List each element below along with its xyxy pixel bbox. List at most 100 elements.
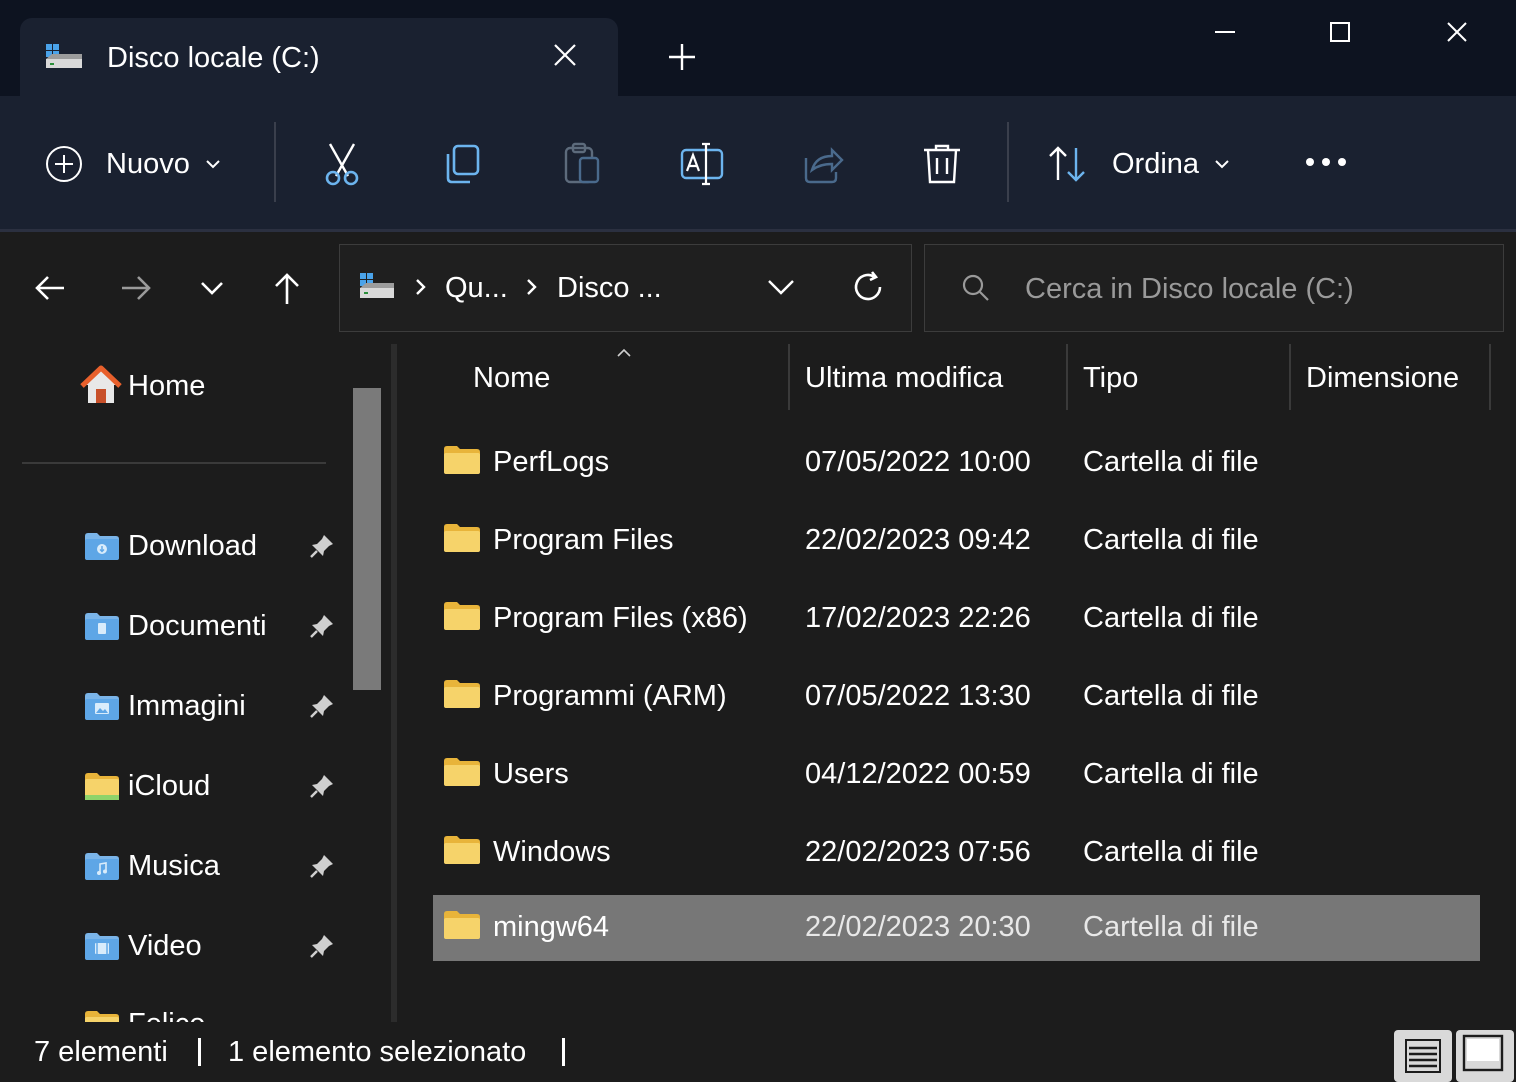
icloud-folder-icon [85,773,119,800]
pin-icon[interactable] [308,532,336,560]
sidebar-item-felice[interactable]: Felice [84,1000,344,1022]
maximize-icon[interactable] [1320,14,1360,54]
address-bar[interactable]: Qu... Disco ... [339,244,912,332]
file-type: Cartella di file [1083,524,1259,556]
video-folder-icon [85,933,119,960]
file-modified: 17/02/2023 22:26 [805,602,1031,634]
column-header-modified[interactable]: Ultima modifica [805,362,1003,395]
delete-icon[interactable] [918,140,966,188]
column-divider[interactable] [1489,344,1491,410]
home-icon [80,365,122,403]
details-view-button[interactable] [1394,1030,1452,1082]
share-icon[interactable] [798,140,846,188]
folder-icon [444,836,480,864]
breadcrumb-item[interactable]: Disco ... [557,271,662,305]
file-type: Cartella di file [1083,758,1259,790]
sidebar-scrollbar-thumb[interactable] [353,388,381,690]
sidebar-item-download[interactable]: Download [84,522,344,570]
sort-icon [1049,146,1085,182]
status-separator [198,1038,201,1066]
folder-icon [444,758,480,786]
breadcrumb-item[interactable]: Qu... [445,271,508,305]
pin-icon[interactable] [308,772,336,800]
pin-icon[interactable] [308,692,336,720]
search-box[interactable] [924,244,1504,332]
file-row[interactable]: Windows 22/02/2023 07:56 Cartella di fil… [433,820,1480,886]
file-row[interactable]: Users 04/12/2022 00:59 Cartella di file [433,742,1480,808]
sidebar-item-label: Felice [128,1008,205,1023]
sidebar-item-label: Immagini [128,689,246,722]
sidebar-item-home[interactable]: Home [80,362,205,410]
copy-icon[interactable] [438,140,486,188]
column-divider[interactable] [1289,344,1291,410]
file-row[interactable]: Program Files 22/02/2023 09:42 Cartella … [433,508,1480,574]
sort-button[interactable]: Ordina [1046,136,1231,192]
minimize-icon[interactable] [1205,14,1245,54]
file-row[interactable]: Program Files (x86) 17/02/2023 22:26 Car… [433,586,1480,652]
file-type: Cartella di file [1083,602,1259,634]
download-folder-icon [85,533,119,560]
file-modified: 07/05/2022 10:00 [805,446,1031,478]
paste-icon[interactable] [558,140,606,188]
column-header-size[interactable]: Dimensione [1306,362,1459,395]
more-options-icon[interactable] [1302,152,1350,172]
column-header-name[interactable]: Nome [473,362,550,395]
breadcrumb-separator-icon[interactable] [412,275,430,299]
folder-icon [444,524,480,552]
breadcrumb-separator-icon[interactable] [523,275,541,299]
file-modified: 22/02/2023 07:56 [805,836,1031,868]
documents-folder-icon [85,613,119,640]
folder-icon [444,680,480,708]
cut-icon[interactable] [318,140,366,188]
recent-locations-chevron-icon[interactable] [194,270,230,306]
tab-disco-locale[interactable]: Disco locale (C:) [20,18,618,96]
folder-icon [85,1011,119,1022]
sidebar-item-label: iCloud [128,769,211,802]
pin-icon[interactable] [308,932,336,960]
file-row[interactable]: Programmi (ARM) 07/05/2022 13:30 Cartell… [433,664,1480,730]
back-arrow-icon[interactable] [32,270,68,306]
up-arrow-icon[interactable] [269,270,305,306]
drive-icon [360,273,394,298]
sidebar-item-label: Home [128,369,206,402]
tiles-view-button[interactable] [1456,1030,1514,1082]
sidebar-item-label: Musica [128,849,220,882]
search-input[interactable] [1025,269,1485,309]
new-button[interactable]: Nuovo [44,136,222,192]
selection-count: 1 elemento selezionato [228,1036,527,1068]
rename-icon[interactable] [678,140,726,188]
column-divider[interactable] [1066,344,1068,410]
search-icon [962,274,989,301]
item-count: 7 elementi [34,1036,168,1068]
title-bar: Disco locale (C:) [0,0,1516,96]
music-folder-icon [85,853,119,880]
sidebar-item-documenti[interactable]: Documenti [84,602,344,650]
refresh-icon[interactable] [850,269,886,305]
sidebar-item-musica[interactable]: Musica [84,842,344,890]
pin-icon[interactable] [308,612,336,640]
chevron-down-icon [1215,160,1229,169]
file-type: Cartella di file [1083,836,1259,868]
address-history-chevron-icon[interactable] [765,275,797,299]
sidebar-item-icloud[interactable]: iCloud [84,762,344,810]
forward-arrow-icon[interactable] [118,270,154,306]
file-row-selected[interactable]: mingw64 22/02/2023 20:30 Cartella di fil… [433,895,1480,961]
command-bar: Nuovo Ordina [0,96,1516,232]
folder-icon [444,446,480,474]
column-header-type[interactable]: Tipo [1083,362,1138,395]
pin-icon[interactable] [308,852,336,880]
folder-icon [444,602,480,630]
close-icon[interactable] [1437,14,1477,54]
file-modified: 22/02/2023 20:30 [805,911,1031,943]
add-circle-icon [46,146,82,182]
sidebar-item-immagini[interactable]: Immagini [84,682,344,730]
tab-close-icon[interactable] [550,40,580,70]
file-type: Cartella di file [1083,911,1259,943]
sidebar-item-label: Documenti [128,609,267,642]
column-divider[interactable] [788,344,790,410]
file-name: Program Files (x86) [493,602,748,634]
sidebar-item-video[interactable]: Video [84,922,344,970]
new-tab-icon[interactable] [665,40,699,74]
file-row[interactable]: PerfLogs 07/05/2022 10:00 Cartella di fi… [433,430,1480,496]
file-name: PerfLogs [493,446,610,478]
